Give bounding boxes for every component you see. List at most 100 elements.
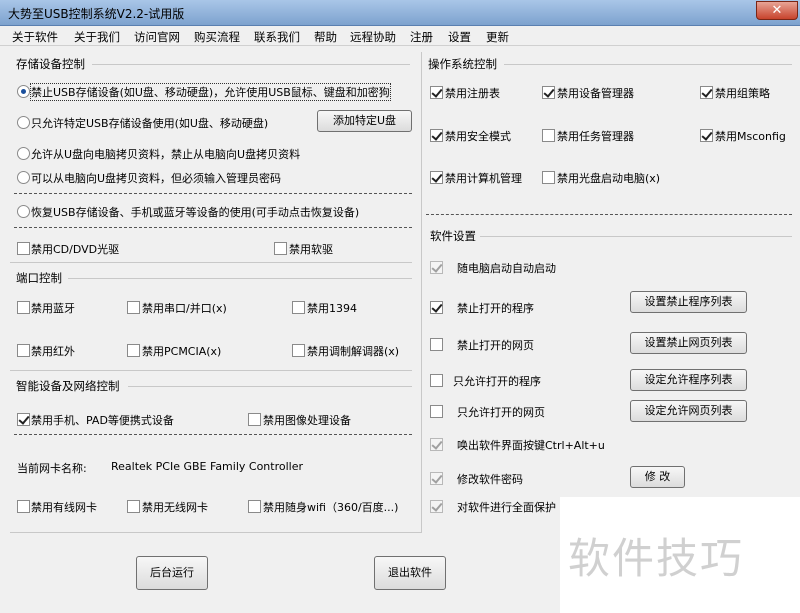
menu-bar: 关于软件 关于我们 访问官网 购买流程 联系我们 帮助 远程协助 注册 设置 更… [0, 26, 800, 46]
checkbox-disable-wireless-nic[interactable] [127, 500, 140, 513]
checkbox-disable-modem[interactable] [292, 344, 305, 357]
checkbox-disable-task-manager-label: 禁用任务管理器 [557, 130, 634, 143]
software-title-line [480, 236, 792, 237]
smart-section-title: 智能设备及网络控制 [16, 379, 120, 393]
set-allowed-webpages-button[interactable]: 设定允许网页列表 [630, 400, 747, 422]
checkbox-disable-serial-parallel[interactable] [127, 301, 140, 314]
menu-contact[interactable]: 联系我们 [254, 29, 300, 45]
ports-top-line [10, 262, 412, 263]
checkbox-allow-programs-only[interactable] [430, 374, 443, 387]
checkbox-change-password[interactable] [430, 472, 443, 485]
watermark-overlay: 软件技巧 [560, 497, 800, 613]
radio-restore-devices[interactable] [17, 205, 30, 218]
checkbox-disable-imaging-devices[interactable] [248, 413, 261, 426]
menu-register[interactable]: 注册 [410, 29, 433, 45]
menu-update[interactable]: 更新 [486, 29, 509, 45]
software-section-title: 软件设置 [430, 229, 476, 243]
radio-allow-specific-usb[interactable] [17, 116, 30, 129]
checkbox-disable-registry[interactable] [430, 86, 443, 99]
title-bar: 大势至USB控制系统V2.2-试用版 ✕ [0, 0, 800, 26]
checkbox-allow-webpages-only[interactable] [430, 405, 443, 418]
checkbox-disable-modem-label: 禁用调制解调器(x) [307, 345, 400, 358]
storage-section-title: 存储设备控制 [16, 57, 85, 71]
checkbox-disable-registry-label: 禁用注册表 [445, 87, 500, 100]
storage-dashed-divider [14, 193, 412, 194]
checkbox-auto-start-label: 随电脑启动自动启动 [457, 262, 556, 275]
checkbox-full-protection-label: 对软件进行全面保护 [457, 501, 556, 514]
ports-title-line [68, 278, 412, 279]
checkbox-disable-bluetooth-label: 禁用蓝牙 [31, 302, 75, 315]
radio-block-usb-storage-label: 禁止USB存储设备(如U盘、移动硬盘)，允许使用USB鼠标、键盘和加密狗 [30, 83, 391, 101]
os-title-line [504, 64, 792, 65]
checkbox-disable-wired-nic-label: 禁用有线网卡 [31, 501, 97, 514]
checkbox-disable-bluetooth[interactable] [17, 301, 30, 314]
checkbox-disable-portable-wifi-label: 禁用随身wifi（360/百度...) [263, 501, 399, 514]
os-dashed-divider [426, 214, 792, 215]
checkbox-disable-msconfig[interactable] [700, 129, 713, 142]
set-allowed-programs-button[interactable]: 设定允许程序列表 [630, 369, 747, 391]
checkbox-disable-cd-boot[interactable] [542, 171, 555, 184]
checkbox-disable-cd-dvd-label: 禁用CD/DVD光驱 [31, 243, 120, 256]
checkbox-disable-portable-devices-label: 禁用手机、PAD等便携式设备 [31, 414, 174, 427]
checkbox-block-webpages[interactable] [430, 338, 443, 351]
checkbox-disable-pcmcia-label: 禁用PCMCIA(x) [142, 345, 222, 358]
radio-usb-to-pc-only[interactable] [17, 147, 30, 160]
window-title: 大势至USB控制系统V2.2-试用版 [8, 7, 185, 21]
checkbox-disable-cd-dvd[interactable] [17, 242, 30, 255]
checkbox-change-password-label: 修改软件密码 [457, 473, 523, 486]
checkbox-disable-infrared-label: 禁用红外 [31, 345, 75, 358]
checkbox-hotkey[interactable] [430, 438, 443, 451]
checkbox-disable-wireless-nic-label: 禁用无线网卡 [142, 501, 208, 514]
close-button[interactable]: ✕ [756, 1, 798, 20]
add-specific-usb-button[interactable]: 添加特定U盘 [317, 110, 412, 132]
storage-title-line [92, 64, 410, 65]
checkbox-disable-serial-parallel-label: 禁用串口/并口(x) [142, 302, 227, 315]
checkbox-disable-floppy[interactable] [274, 242, 287, 255]
watermark-text: 软件技巧 [568, 534, 745, 583]
menu-about-software[interactable]: 关于软件 [12, 29, 58, 45]
checkbox-disable-pcmcia[interactable] [127, 344, 140, 357]
checkbox-disable-cd-boot-label: 禁用光盘启动电脑(x) [557, 172, 661, 185]
change-password-button[interactable]: 修 改 [630, 466, 685, 488]
radio-restore-devices-label: 恢复USB存储设备、手机或蓝牙等设备的使用(可手动点击恢复设备) [31, 206, 360, 219]
nic-name-value: Realtek PCIe GBE Family Controller [111, 460, 304, 473]
smart-top-line [10, 370, 412, 371]
radio-block-usb-storage[interactable] [17, 85, 30, 98]
menu-settings[interactable]: 设置 [448, 29, 471, 45]
checkbox-full-protection[interactable] [430, 500, 443, 513]
checkbox-disable-computer-management[interactable] [430, 171, 443, 184]
checkbox-allow-programs-only-label: 只允许打开的程序 [453, 375, 541, 388]
menu-help[interactable]: 帮助 [314, 29, 337, 45]
checkbox-disable-infrared[interactable] [17, 344, 30, 357]
exit-software-button[interactable]: 退出软件 [374, 556, 446, 590]
menu-remote-assist[interactable]: 远程协助 [350, 29, 396, 45]
checkbox-disable-group-policy[interactable] [700, 86, 713, 99]
set-blocked-webpages-button[interactable]: 设置禁止网页列表 [630, 332, 747, 354]
checkbox-disable-device-manager-label: 禁用设备管理器 [557, 87, 634, 100]
set-blocked-programs-button[interactable]: 设置禁止程序列表 [630, 291, 747, 313]
nic-name-label: 当前网卡名称: [17, 462, 87, 475]
checkbox-disable-safe-mode[interactable] [430, 129, 443, 142]
menu-visit-site[interactable]: 访问官网 [134, 29, 180, 45]
checkbox-auto-start[interactable] [430, 261, 443, 274]
checkbox-disable-1394[interactable] [292, 301, 305, 314]
checkbox-disable-task-manager[interactable] [542, 129, 555, 142]
checkbox-block-programs[interactable] [430, 301, 443, 314]
radio-pc-to-usb-password[interactable] [17, 171, 30, 184]
checkbox-disable-portable-wifi[interactable] [248, 500, 261, 513]
background-run-button[interactable]: 后台运行 [136, 556, 208, 590]
menu-purchase[interactable]: 购买流程 [194, 29, 240, 45]
checkbox-disable-imaging-devices-label: 禁用图像处理设备 [263, 414, 351, 427]
checkbox-disable-portable-devices[interactable] [17, 413, 30, 426]
os-section-title: 操作系统控制 [428, 57, 497, 71]
checkbox-disable-wired-nic[interactable] [17, 500, 30, 513]
checkbox-disable-safe-mode-label: 禁用安全模式 [445, 130, 511, 143]
ports-section-title: 端口控制 [16, 271, 62, 285]
checkbox-disable-device-manager[interactable] [542, 86, 555, 99]
checkbox-disable-group-policy-label: 禁用组策略 [715, 87, 770, 100]
checkbox-disable-floppy-label: 禁用软驱 [289, 243, 333, 256]
smart-title-line [128, 386, 412, 387]
checkbox-disable-1394-label: 禁用1394 [307, 302, 357, 315]
menu-about-us[interactable]: 关于我们 [74, 29, 120, 45]
radio-pc-to-usb-password-label: 可以从电脑向U盘拷贝资料，但必须输入管理员密码 [31, 172, 282, 185]
